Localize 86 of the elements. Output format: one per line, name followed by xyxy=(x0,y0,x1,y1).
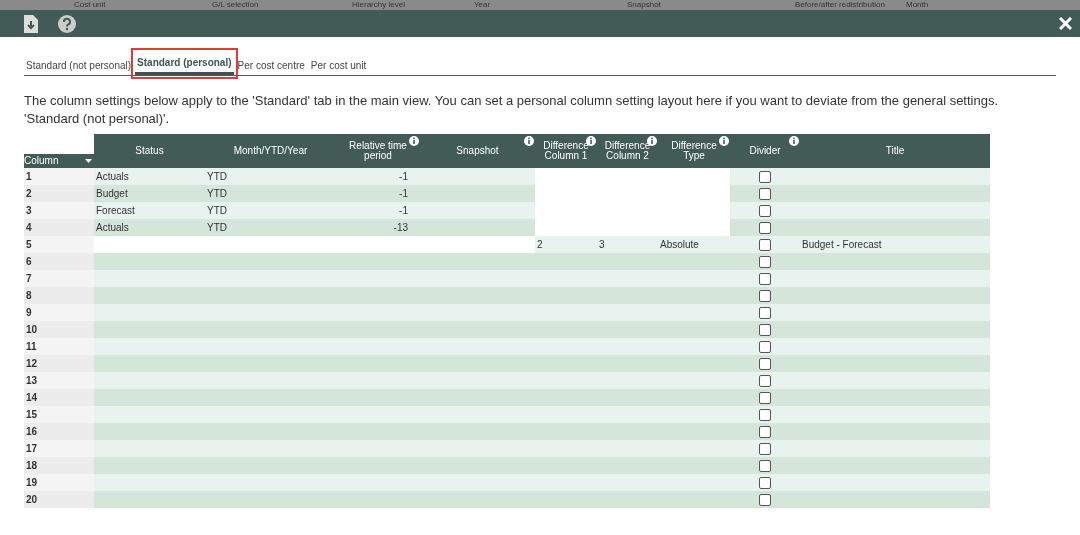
background-column-label: Cost unit xyxy=(74,0,106,10)
checkbox[interactable] xyxy=(759,238,771,251)
column-header-label: Snapshot xyxy=(456,145,499,156)
column-header-label: Column xyxy=(24,156,59,166)
table-cell: 18 xyxy=(26,460,38,471)
table-cell: -1 xyxy=(399,188,408,199)
table-cell: 4 xyxy=(26,222,32,233)
table-cell: 2 xyxy=(537,239,543,250)
table-cell: Budget - Forecast xyxy=(802,239,882,250)
checkbox[interactable] xyxy=(759,289,771,302)
table-cell: 19 xyxy=(26,477,38,488)
table-cell: YTD xyxy=(207,171,227,182)
table-cell: Actuals xyxy=(96,222,129,233)
column-header-label: Difference Type xyxy=(671,140,717,161)
column-header-label: Divider xyxy=(749,145,781,156)
info-icon[interactable] xyxy=(789,136,799,146)
table-cell: Forecast xyxy=(96,205,135,216)
background-column-label: Before/after redistribution xyxy=(795,0,885,10)
checkbox[interactable] xyxy=(759,391,771,404)
table-cell: 3 xyxy=(599,239,605,250)
column-header-label: Title xyxy=(885,145,905,156)
table-cell: 6 xyxy=(26,256,32,267)
table-cell: 12 xyxy=(26,358,38,369)
table-cell: 14 xyxy=(26,392,38,403)
tab[interactable]: Per cost unit xyxy=(308,55,369,75)
checkbox[interactable] xyxy=(759,306,771,319)
table-cell: 2 xyxy=(26,188,32,199)
background-column-label: Month xyxy=(906,0,929,10)
checkbox[interactable] xyxy=(759,255,771,268)
checkbox[interactable] xyxy=(759,272,771,285)
table-cell: 8 xyxy=(26,290,32,301)
column-header-label: Difference Column 1 xyxy=(543,140,589,161)
close-icon[interactable] xyxy=(1059,17,1072,30)
table-cell: Budget xyxy=(96,188,128,199)
tab[interactable]: Per cost centre xyxy=(235,55,307,75)
table-cell: -13 xyxy=(393,222,408,233)
column-header-label: Month/YTD/Year xyxy=(233,145,308,156)
table-cell: -1 xyxy=(399,205,408,216)
info-icon[interactable] xyxy=(719,136,729,146)
description-text: The column settings below apply to the 'Standard' tab in the main view. You can set a personal column setting layout here if you want to deviate from the general settings. 'Standard (not personal)'. xyxy=(24,92,999,128)
table-cell: 16 xyxy=(26,426,38,437)
table-cell: -1 xyxy=(399,171,408,182)
checkbox[interactable] xyxy=(759,204,771,217)
table-cell: 10 xyxy=(26,324,38,335)
table-cell: 1 xyxy=(26,171,32,182)
column-header-label: Relative time period xyxy=(349,140,407,161)
checkbox[interactable] xyxy=(759,357,771,370)
background-column-label: Hierarchy level xyxy=(352,0,405,10)
background-column-label: G/L selection xyxy=(212,0,259,10)
checkbox[interactable] xyxy=(759,374,771,387)
table-cell: 3 xyxy=(26,205,32,216)
table-cell: 20 xyxy=(26,494,38,505)
table-cell: 17 xyxy=(26,443,38,454)
download-document-icon[interactable] xyxy=(24,14,38,33)
checkbox[interactable] xyxy=(759,221,771,234)
column-header[interactable]: Column xyxy=(24,154,94,168)
checkbox[interactable] xyxy=(759,408,771,421)
checkbox[interactable] xyxy=(759,459,771,472)
checkbox[interactable] xyxy=(759,442,771,455)
table-cell: 11 xyxy=(26,341,37,352)
table-cell: 5 xyxy=(26,239,32,250)
checkbox[interactable] xyxy=(759,187,771,200)
table-cell: Actuals xyxy=(96,171,129,182)
checkbox[interactable] xyxy=(759,340,771,353)
table-cell: Absolute xyxy=(660,239,699,250)
checkbox[interactable] xyxy=(759,425,771,438)
table-cell: 9 xyxy=(26,307,32,318)
table-cell: 7 xyxy=(26,273,32,284)
tab[interactable]: Standard (not personal) xyxy=(24,55,134,75)
checkbox[interactable] xyxy=(759,493,771,506)
table-cell: 15 xyxy=(26,409,38,420)
background-column-label: Year xyxy=(474,0,491,10)
background-column-label: Snapshot xyxy=(627,0,661,10)
table-cell: YTD xyxy=(207,205,227,216)
column-header-label: Status xyxy=(135,145,164,156)
table-cell: YTD xyxy=(207,188,227,199)
info-icon[interactable] xyxy=(409,136,419,146)
checkbox[interactable] xyxy=(759,476,771,489)
table-cell: YTD xyxy=(207,222,227,233)
checkbox[interactable] xyxy=(759,323,771,336)
column-header-label: Difference Column 2 xyxy=(604,140,651,161)
help-icon[interactable] xyxy=(58,14,76,33)
checkbox[interactable] xyxy=(759,170,771,183)
info-icon[interactable] xyxy=(524,136,534,146)
table-cell: 13 xyxy=(26,375,38,386)
caret-icon[interactable] xyxy=(85,159,92,163)
